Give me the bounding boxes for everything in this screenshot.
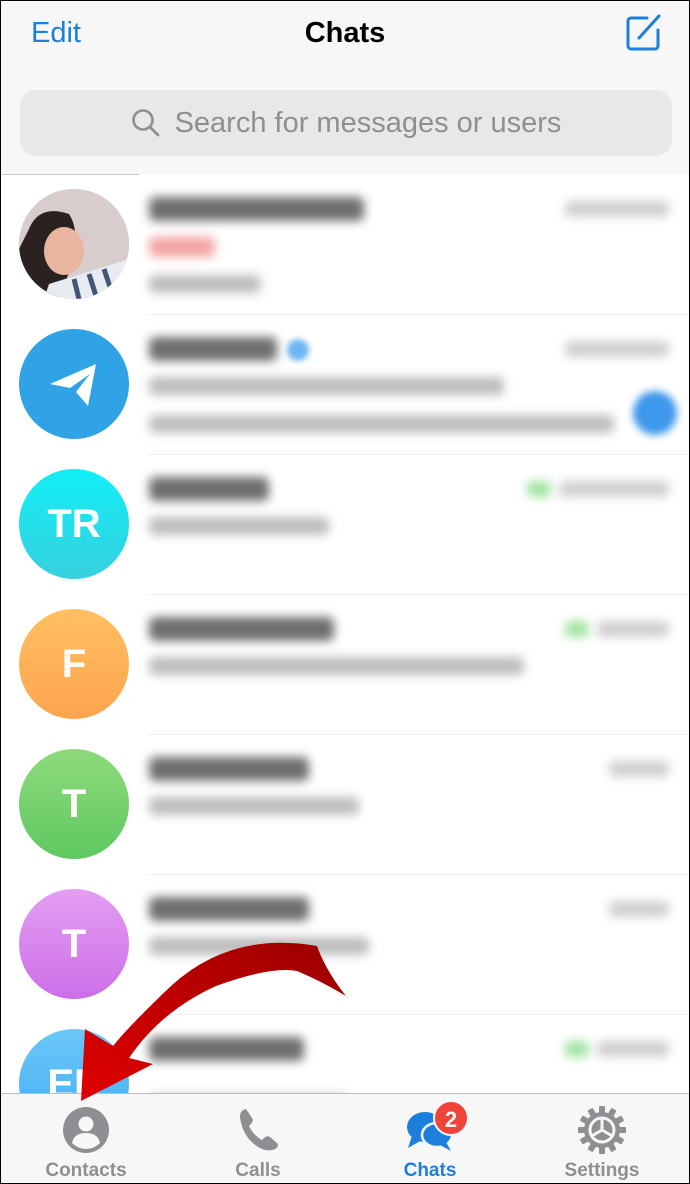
avatar-initials: EE (47, 1061, 101, 1094)
chat-row[interactable]: F (1, 595, 689, 735)
avatar-initials: T (61, 781, 87, 826)
chat-row[interactable]: T (1, 875, 689, 1015)
chat-list: TR F T T EE (1, 175, 689, 1093)
unread-badge: 2 (433, 1100, 469, 1136)
tab-calls[interactable]: Calls (173, 1094, 343, 1183)
read-check-icon (565, 1041, 589, 1057)
settings-icon (578, 1106, 626, 1154)
chat-preview-obscured (149, 657, 524, 675)
chat-time-obscured (565, 341, 669, 357)
tab-bar: Contacts Calls Chats 2 Settings (1, 1093, 689, 1183)
unread-indicator (633, 391, 677, 435)
tab-label: Calls (235, 1160, 281, 1181)
chat-name-obscured (149, 477, 269, 501)
avatar-initials: TR (47, 501, 101, 546)
chat-name-obscured (149, 757, 309, 781)
avatar: F (19, 609, 129, 719)
telegram-logo-avatar (19, 329, 129, 439)
chat-preview-obscured (149, 275, 261, 293)
compose-icon (626, 14, 661, 51)
telegram-plane-icon (50, 364, 96, 406)
chat-preview-obscured (149, 937, 369, 955)
avatar: TR (19, 469, 129, 579)
tab-label: Contacts (45, 1160, 127, 1181)
calls-icon (240, 1109, 278, 1151)
telegram-chats-screen: Edit Chats Search for messages or users … (1, 1, 689, 1183)
avatar-photo (19, 189, 129, 299)
chat-time-obscured (597, 1041, 669, 1057)
chat-name-obscured (149, 1037, 304, 1061)
search-input[interactable]: Search for messages or users (20, 90, 672, 156)
verified-icon (287, 339, 309, 361)
chat-time-obscured (597, 621, 669, 637)
tab-label: Chats (403, 1160, 457, 1181)
avatar: T (19, 749, 129, 859)
avatar: T (19, 889, 129, 999)
chat-time-obscured (609, 901, 669, 917)
chat-name-obscured (149, 197, 364, 221)
compose-button[interactable] (623, 13, 663, 53)
nav-header: Edit Chats Search for messages or users (1, 1, 689, 175)
chat-row[interactable]: TR (1, 455, 689, 595)
contacts-icon (63, 1107, 109, 1153)
chat-row[interactable]: EE (1, 1015, 689, 1093)
profile-photo-icon (19, 189, 129, 299)
chat-preview-obscured (149, 797, 359, 815)
avatar-initials: F (61, 641, 87, 686)
chat-row[interactable] (1, 315, 689, 455)
avatar: EE (19, 1029, 129, 1093)
chat-time-obscured (559, 481, 669, 497)
chat-row[interactable]: T (1, 735, 689, 875)
chat-preview-obscured (149, 415, 614, 433)
page-title: Chats (304, 17, 386, 49)
avatar-initials: T (61, 921, 87, 966)
tab-contacts[interactable]: Contacts (1, 1094, 171, 1183)
chat-time-obscured (609, 761, 669, 777)
chat-time-obscured (565, 201, 669, 217)
chat-name-obscured (149, 337, 277, 361)
chat-row[interactable] (1, 175, 689, 315)
chat-name-obscured (149, 617, 334, 641)
search-icon (131, 109, 159, 137)
tab-label: Settings (564, 1160, 640, 1181)
chat-preview-obscured (149, 377, 504, 395)
read-check-icon (565, 621, 589, 637)
tab-chats[interactable]: Chats (345, 1094, 515, 1183)
chat-preview-obscured (149, 517, 329, 535)
chat-name-obscured (149, 897, 309, 921)
draft-label-obscured (149, 237, 215, 257)
search-placeholder: Search for messages or users (174, 106, 562, 139)
tab-settings[interactable]: Settings (517, 1094, 687, 1183)
read-check-icon (527, 481, 551, 497)
